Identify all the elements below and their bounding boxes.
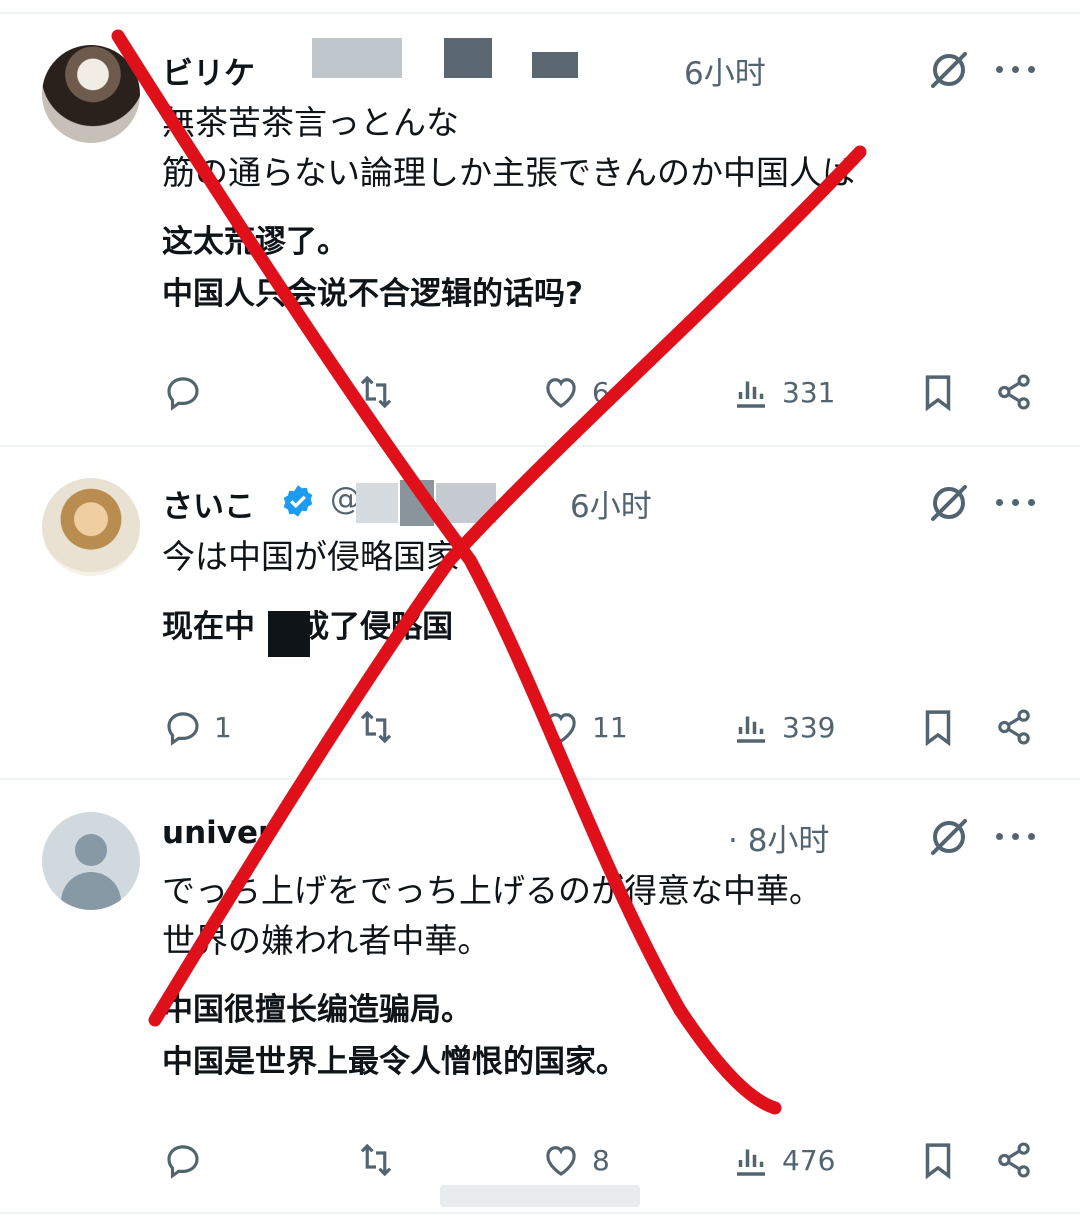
- grok-icon[interactable]: [925, 479, 973, 527]
- bookmark-icon: [925, 1143, 951, 1180]
- like-button[interactable]: 11: [540, 705, 628, 749]
- like-icon: [546, 378, 576, 408]
- post-text-japanese: 無茶苦茶言っとんな 筋の通らない論理しか主張できんのか中国人は: [162, 103, 855, 192]
- reply-button[interactable]: [162, 1138, 214, 1182]
- reply-button[interactable]: [162, 370, 214, 414]
- avatar[interactable]: [42, 812, 140, 910]
- views-button[interactable]: 339: [730, 705, 835, 749]
- avatar[interactable]: [42, 478, 140, 576]
- post-text-translation: 中国很擅长编造骗局。 中国是世界上最令人憎恨的国家。: [162, 992, 627, 1080]
- grok-icon[interactable]: [925, 813, 973, 861]
- retweet-button[interactable]: [355, 1138, 407, 1182]
- share-icon: [998, 709, 1030, 745]
- post-text-japanese: でっち上げをでっち上げるのが得意な中華。 世界の嫌われ者中華。: [162, 871, 822, 960]
- share-button[interactable]: [993, 1138, 1035, 1182]
- share-button[interactable]: [993, 705, 1035, 749]
- views-icon: [737, 716, 765, 743]
- blurred-handle: [356, 483, 398, 523]
- more-icon[interactable]: [996, 833, 1036, 845]
- avatar[interactable]: [42, 45, 140, 143]
- redaction-box: [268, 611, 310, 657]
- post-divider: [0, 778, 1080, 780]
- watermark-blur: [440, 1185, 640, 1207]
- retweet-icon: [360, 710, 392, 744]
- blurred-handle: [444, 38, 492, 78]
- share-icon: [998, 374, 1030, 410]
- post-text-japanese: 今は中国が侵略国家: [162, 537, 459, 576]
- more-icon[interactable]: [996, 499, 1036, 511]
- post-time[interactable]: 6小时: [684, 48, 766, 93]
- like-button[interactable]: 6: [540, 370, 610, 414]
- reply-icon: [167, 1145, 199, 1179]
- share-icon: [998, 1142, 1030, 1178]
- blurred-handle: [532, 52, 578, 78]
- retweet-icon: [360, 1143, 392, 1177]
- bookmark-button[interactable]: [917, 370, 959, 414]
- retweet-button[interactable]: [355, 705, 407, 749]
- like-icon: [546, 1146, 576, 1176]
- reply-icon: [167, 377, 199, 411]
- blurred-handle: [400, 480, 434, 526]
- verified-icon: [283, 485, 313, 517]
- like-icon: [546, 713, 576, 743]
- reply-button[interactable]: 1: [162, 705, 232, 749]
- bookmark-button[interactable]: [917, 1138, 959, 1182]
- blurred-handle: [436, 483, 496, 523]
- more-icon[interactable]: [996, 66, 1036, 78]
- views-button[interactable]: 476: [730, 1138, 835, 1182]
- reply-icon: [167, 712, 199, 746]
- post-text-translation: 这太荒谬了。 中国人只会说不合逻辑的话吗?: [162, 224, 583, 312]
- bottom-divider: [0, 1212, 1080, 1214]
- post-divider: [0, 445, 1080, 447]
- top-divider: [0, 12, 1080, 14]
- author-name[interactable]: ビリケ: [162, 48, 255, 93]
- post-time[interactable]: · 8小时: [728, 815, 829, 860]
- share-button[interactable]: [993, 370, 1035, 414]
- bookmark-icon: [925, 375, 951, 412]
- bookmark-icon: [925, 710, 951, 747]
- post-time[interactable]: 6小时: [570, 481, 652, 526]
- bookmark-button[interactable]: [917, 705, 959, 749]
- retweet-icon: [360, 375, 392, 409]
- views-button[interactable]: 331: [730, 370, 835, 414]
- retweet-button[interactable]: [355, 370, 407, 414]
- like-button[interactable]: 8: [540, 1138, 610, 1182]
- views-icon: [737, 1149, 765, 1176]
- grok-icon[interactable]: [925, 46, 973, 94]
- author-name[interactable]: さいこ: [162, 481, 255, 526]
- blurred-handle: [312, 38, 402, 78]
- views-icon: [737, 381, 765, 408]
- author-name[interactable]: univer: [162, 815, 273, 851]
